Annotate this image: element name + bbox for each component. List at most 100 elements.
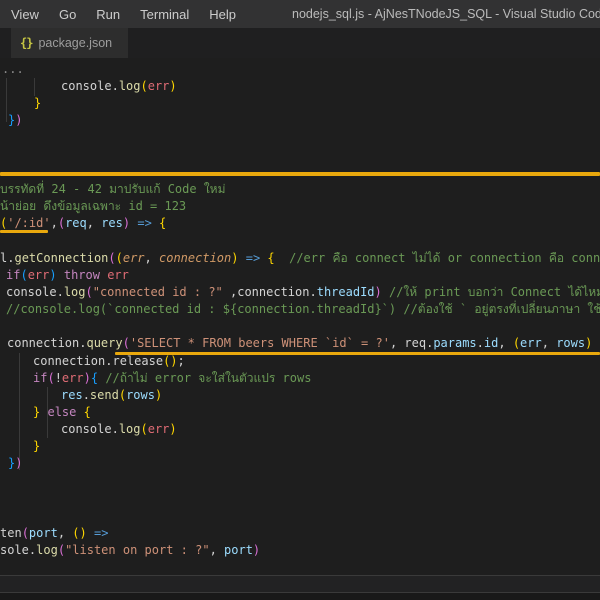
code-token: { xyxy=(84,405,91,419)
indent-guide xyxy=(6,78,7,122)
window-title: nodejs_sql.js - AjNesTNodeJS_SQL - Visua… xyxy=(292,0,600,28)
code-token: ! xyxy=(55,371,62,385)
code-line[interactable]: บรรทัดที่ 24 - 42 มาปรับแก้ Code ใหม่ xyxy=(0,181,226,198)
menu-item-run[interactable]: Run xyxy=(96,7,130,22)
code-token: ( xyxy=(58,543,65,557)
code-token: log xyxy=(36,543,58,557)
tab-bar: {} package.json xyxy=(0,28,600,58)
code-token xyxy=(152,216,159,230)
folded-code-ellipsis[interactable]: ... xyxy=(2,62,24,76)
bottom-panel xyxy=(0,593,600,600)
code-token: => xyxy=(137,216,151,230)
code-token: ) xyxy=(169,79,176,93)
code-token: => xyxy=(246,251,260,265)
code-token: บรรทัดที่ 24 - 42 มาปรับแก้ Code ใหม่ xyxy=(0,182,226,196)
menu-item-help[interactable]: Help xyxy=(209,7,246,22)
code-line[interactable]: }) xyxy=(8,455,22,472)
code-token: log xyxy=(119,422,141,436)
code-token: connection xyxy=(33,354,105,368)
code-token: ) xyxy=(15,456,22,470)
code-token: ) xyxy=(49,268,56,282)
code-token: res xyxy=(61,388,83,402)
code-token: rows xyxy=(126,388,155,402)
menu-item-go[interactable]: Go xyxy=(59,7,86,22)
code-line[interactable]: if(!err){ //ถ้าไม่ error จะใส่ในตัวแปร r… xyxy=(33,370,311,387)
vscode-window: View Go Run Terminal Help nodejs_sql.js - Aj… xyxy=(0,0,600,600)
code-token: log xyxy=(64,285,86,299)
code-token: send xyxy=(90,388,119,402)
code-token: err xyxy=(123,251,145,265)
code-token: ( xyxy=(141,422,148,436)
code-token: , xyxy=(58,526,72,540)
code-token: ( xyxy=(22,526,29,540)
code-token: err xyxy=(28,268,50,282)
code-token: //console.log(`connected id : ${connecti… xyxy=(6,302,600,316)
code-line[interactable]: connection.query('SELECT * FROM beers WH… xyxy=(7,335,600,352)
menu-item-view[interactable]: View xyxy=(11,7,49,22)
code-token: . xyxy=(112,422,119,436)
code-token: port xyxy=(29,526,58,540)
code-line[interactable]: } xyxy=(33,438,40,455)
code-token: throw xyxy=(64,268,100,282)
code-token: connection xyxy=(237,285,309,299)
code-token: getConnection xyxy=(14,251,108,265)
code-line[interactable]: //console.log(`connected id : ${connecti… xyxy=(6,301,600,318)
code-token: console xyxy=(6,285,57,299)
code-line[interactable]: ten(port, () => xyxy=(0,525,108,542)
panel-band xyxy=(0,576,600,592)
code-line[interactable]: sole.log("listen on port : ?", port) xyxy=(0,542,260,559)
code-token: ) xyxy=(169,422,176,436)
code-line[interactable]: res.send(rows) xyxy=(61,387,162,404)
code-token: ( xyxy=(86,285,93,299)
menu-item-terminal[interactable]: Terminal xyxy=(140,7,199,22)
code-token: } xyxy=(34,96,41,110)
json-braces-icon: {} xyxy=(20,36,32,50)
code-token: } xyxy=(33,439,40,453)
code-token: sole xyxy=(0,543,29,557)
code-token: , xyxy=(390,336,404,350)
tab-package-json[interactable]: {} package.json xyxy=(11,28,128,58)
code-line[interactable]: console.log("connected id : ?" ,connecti… xyxy=(6,284,600,301)
code-token: ) xyxy=(155,388,162,402)
code-token: ( xyxy=(58,216,65,230)
code-line[interactable]: }) xyxy=(8,112,22,129)
code-token: "listen on port : ?" xyxy=(65,543,210,557)
code-line[interactable]: console.log(err) xyxy=(61,78,177,95)
code-token: query xyxy=(86,336,122,350)
code-token: req xyxy=(404,336,426,350)
code-token: ( xyxy=(116,251,123,265)
code-token xyxy=(57,268,64,282)
code-token: release xyxy=(112,354,163,368)
code-token: { xyxy=(91,371,98,385)
code-token: //ถ้าไม่ error จะใส่ในตัวแปร rows xyxy=(105,371,311,385)
code-token: err xyxy=(62,371,84,385)
code-token xyxy=(275,251,289,265)
code-token xyxy=(238,251,245,265)
code-line[interactable]: น้าย่อย ดึงข้อมูลเฉพาะ id = 123 xyxy=(0,198,186,215)
code-token: , xyxy=(145,251,159,265)
code-token: น้าย่อย ดึงข้อมูลเฉพาะ id = 123 xyxy=(0,199,186,213)
code-token: . xyxy=(477,336,484,350)
code-line[interactable]: if(err) throw err xyxy=(6,267,129,284)
code-token: req xyxy=(65,216,87,230)
code-token: ( xyxy=(108,251,115,265)
tab-label: package.json xyxy=(38,36,112,50)
code-token: '/:id' xyxy=(7,216,50,230)
code-line[interactable]: l.getConnection((err, connection) => { /… xyxy=(0,250,600,267)
code-token: err xyxy=(520,336,542,350)
code-token: connection xyxy=(159,251,231,265)
code-line[interactable]: console.log(err) xyxy=(61,421,177,438)
code-token: "connected id : ?" xyxy=(93,285,223,299)
code-line[interactable]: } else { xyxy=(33,404,91,421)
code-line[interactable]: } xyxy=(34,95,41,112)
code-token: connection xyxy=(7,336,79,350)
code-token: id xyxy=(484,336,498,350)
code-token: , xyxy=(542,336,556,350)
code-token: , xyxy=(498,336,512,350)
code-line[interactable]: connection.release(); xyxy=(33,353,185,370)
code-token: , xyxy=(87,216,101,230)
code-token: ( xyxy=(72,526,79,540)
code-token: { xyxy=(267,251,274,265)
yellow-highlight-line xyxy=(0,172,600,176)
code-token: ( xyxy=(141,79,148,93)
